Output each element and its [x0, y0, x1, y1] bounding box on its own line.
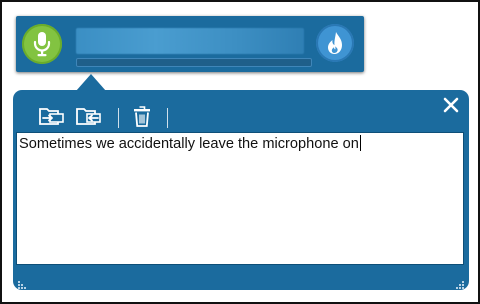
audio-level-meter: [76, 58, 312, 67]
toolbar-divider: [118, 108, 119, 128]
resize-grip-left[interactable]: [17, 277, 29, 289]
trash-icon: [134, 106, 150, 127]
dictation-bar[interactable]: [16, 16, 364, 72]
resize-grip-right[interactable]: [453, 277, 465, 289]
close-button[interactable]: [441, 95, 461, 115]
callout-pointer: [76, 74, 106, 91]
dragon-flame-icon: [328, 32, 342, 54]
dragon-menu-button[interactable]: [316, 24, 354, 62]
resize-grip-icon: [18, 281, 26, 289]
microphone-button[interactable]: [22, 24, 62, 64]
toolbar-divider: [167, 108, 168, 128]
dictation-box-toolbar: [13, 90, 469, 132]
transfer-text-button[interactable]: [75, 105, 103, 127]
delete-text-button[interactable]: [130, 105, 154, 127]
dictation-text: Sometimes we accidentally leave the micr…: [19, 136, 359, 152]
screenshot-frame: Sometimes we accidentally leave the micr…: [0, 0, 480, 304]
text-caret: [359, 135, 361, 151]
insert-text-button[interactable]: [38, 105, 66, 127]
resize-grip-icon: [456, 281, 464, 289]
insert-text-icon: [39, 108, 64, 125]
close-icon: [443, 97, 459, 113]
dictation-box: Sometimes we accidentally leave the micr…: [13, 90, 469, 290]
dictation-text-area[interactable]: Sometimes we accidentally leave the micr…: [16, 132, 464, 265]
transfer-text-icon: [76, 108, 101, 125]
microphone-icon: [33, 32, 51, 57]
recognition-text-field: [76, 28, 304, 54]
